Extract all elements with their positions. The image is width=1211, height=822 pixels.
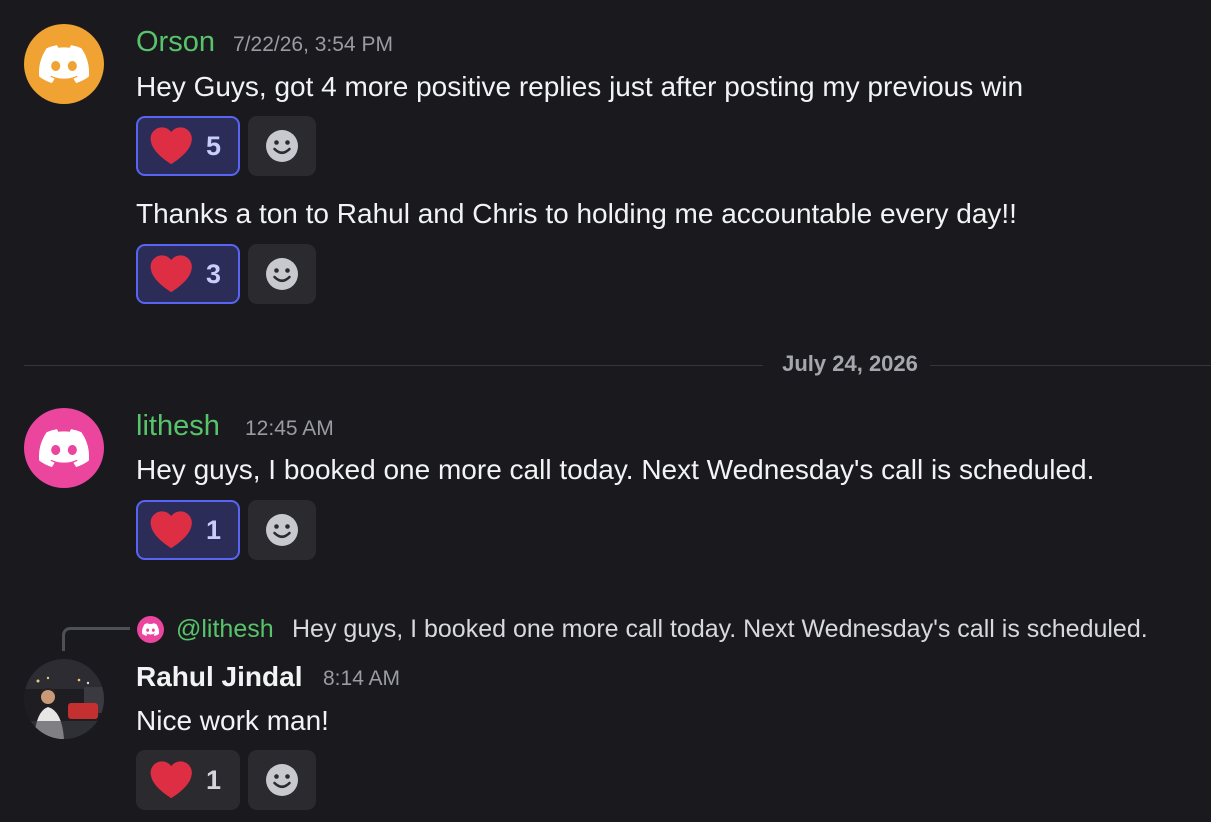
discord-logo-icon (39, 429, 89, 467)
message-timestamp[interactable]: 12:45 AM (245, 417, 334, 441)
chat-messages: Orson 7/22/26, 3:54 PM Hey Guys, got 4 m… (0, 0, 1211, 822)
heart-reaction-button[interactable]: 3 (136, 244, 240, 304)
reply-preview-text[interactable]: Hey guys, I booked one more call today. … (292, 615, 1148, 644)
message-text: Thanks a ton to Rahul and Chris to holdi… (136, 198, 1017, 229)
message-text: Nice work man! (136, 705, 329, 736)
heart-reaction-button[interactable]: 1 (136, 500, 240, 560)
message-timestamp[interactable]: 8:14 AM (323, 667, 400, 691)
add-reaction-button[interactable] (248, 116, 316, 176)
smiley-add-reaction-icon (265, 513, 299, 547)
add-reaction-button[interactable] (248, 750, 316, 810)
add-reaction-button[interactable] (248, 500, 316, 560)
reaction-count: 5 (206, 130, 222, 161)
heart-icon (150, 127, 192, 165)
message-text: Hey Guys, got 4 more positive replies ju… (136, 71, 1024, 102)
reaction-count: 1 (206, 514, 222, 545)
reply-mention[interactable]: @lithesh (176, 615, 274, 644)
username[interactable]: Orson (136, 26, 215, 59)
user-photo (24, 659, 104, 739)
reply-connector (62, 627, 130, 651)
smiley-add-reaction-icon (265, 763, 299, 797)
reaction-count: 3 (206, 258, 222, 289)
avatar-rahul-jindal[interactable] (24, 659, 104, 739)
heart-reaction-button[interactable]: 1 (136, 750, 240, 810)
heart-icon (150, 511, 192, 549)
message-text: Hey guys, I booked one more call today. … (136, 454, 1095, 485)
username[interactable]: lithesh (136, 410, 220, 443)
username[interactable]: Rahul Jindal (136, 661, 302, 693)
discord-logo-icon (142, 623, 159, 636)
avatar-lithesh[interactable] (24, 408, 104, 488)
add-reaction-button[interactable] (248, 244, 316, 304)
reaction-count: 1 (206, 764, 222, 795)
smiley-add-reaction-icon (265, 129, 299, 163)
date-divider: July 24, 2026 (782, 351, 918, 376)
divider-line-left (24, 365, 763, 366)
reply-avatar[interactable] (137, 616, 164, 643)
heart-icon (150, 255, 192, 293)
heart-reaction-button[interactable]: 5 (136, 116, 240, 176)
divider-line-right (930, 365, 1211, 366)
discord-logo-icon (39, 45, 89, 83)
heart-icon (150, 761, 192, 799)
message-timestamp[interactable]: 7/22/26, 3:54 PM (233, 33, 393, 57)
avatar-orson[interactable] (24, 24, 104, 104)
smiley-add-reaction-icon (265, 257, 299, 291)
